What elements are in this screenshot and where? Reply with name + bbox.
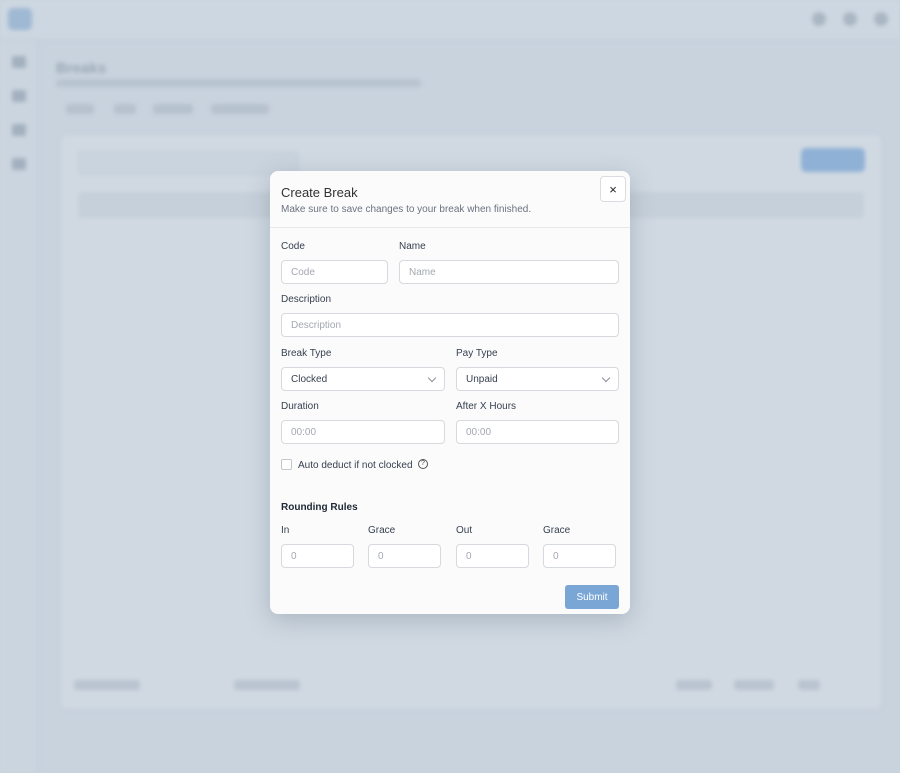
- rounding-in-label: In: [281, 525, 290, 536]
- bg-create-button: [801, 148, 865, 172]
- chevron-down-icon: [601, 373, 611, 382]
- page-subtitle: [56, 79, 421, 87]
- break-type-select[interactable]: Clocked: [281, 367, 445, 391]
- close-button[interactable]: ×: [600, 176, 626, 202]
- sidebar-calendar-icon: [12, 90, 26, 102]
- after-x-hours-input[interactable]: [456, 420, 619, 444]
- bg-tab: [153, 104, 193, 114]
- bg-tab: [66, 104, 94, 114]
- bg-footer-text: [734, 680, 774, 690]
- rounding-out-label: Out: [456, 525, 473, 536]
- bg-footer-text: [676, 680, 712, 690]
- sidebar: [0, 40, 38, 773]
- pay-type-label: Pay Type: [456, 348, 498, 359]
- rounding-in-grace-label: Grace: [368, 525, 396, 536]
- submit-button[interactable]: Submit: [565, 585, 619, 609]
- dialog-subtitle: Make sure to save changes to your break …: [281, 204, 532, 215]
- break-type-label: Break Type: [281, 348, 332, 359]
- pay-type-value: Unpaid: [466, 373, 498, 385]
- after-x-hours-label: After X Hours: [456, 401, 517, 412]
- description-input[interactable]: [281, 313, 619, 337]
- auto-deduct-label: Auto deduct if not clocked: [298, 460, 413, 471]
- auto-deduct-checkbox[interactable]: [281, 459, 292, 470]
- code-input[interactable]: [281, 260, 388, 284]
- profile-icon: [874, 12, 888, 26]
- bg-tab: [114, 104, 136, 114]
- duration-input[interactable]: [281, 420, 445, 444]
- dialog-title: Create Break: [281, 185, 358, 200]
- sidebar-reports-icon: [12, 158, 26, 170]
- page-title: Breaks: [56, 60, 107, 77]
- header-divider: [270, 227, 630, 228]
- bg-tab: [211, 104, 269, 114]
- sidebar-people-icon: [12, 124, 26, 136]
- bg-footer-text: [74, 680, 140, 690]
- break-type-value: Clocked: [291, 373, 328, 385]
- create-break-dialog: Create Break Make sure to save changes t…: [270, 171, 630, 614]
- help-icon[interactable]: ?: [418, 459, 428, 469]
- rounding-out-grace-input[interactable]: [543, 544, 616, 568]
- chevron-down-icon: [427, 373, 437, 382]
- settings-icon: [843, 12, 857, 26]
- duration-label: Duration: [281, 401, 319, 412]
- pay-type-select[interactable]: Unpaid: [456, 367, 619, 391]
- bg-footer-text: [798, 680, 820, 690]
- code-label: Code: [281, 241, 305, 252]
- name-input[interactable]: [399, 260, 619, 284]
- notifications-icon: [812, 12, 826, 26]
- bg-search-input: [78, 151, 298, 175]
- rounding-rules-heading: Rounding Rules: [281, 502, 358, 513]
- rounding-out-input[interactable]: [456, 544, 529, 568]
- rounding-in-grace-input[interactable]: [368, 544, 441, 568]
- rounding-in-input[interactable]: [281, 544, 354, 568]
- top-bar: [0, 0, 900, 40]
- close-icon: ×: [609, 181, 617, 197]
- name-label: Name: [399, 241, 426, 252]
- sidebar-home-icon: [12, 56, 26, 68]
- description-label: Description: [281, 294, 332, 305]
- app-logo-icon: [8, 8, 32, 30]
- bg-footer-text: [234, 680, 300, 690]
- rounding-out-grace-label: Grace: [543, 525, 571, 536]
